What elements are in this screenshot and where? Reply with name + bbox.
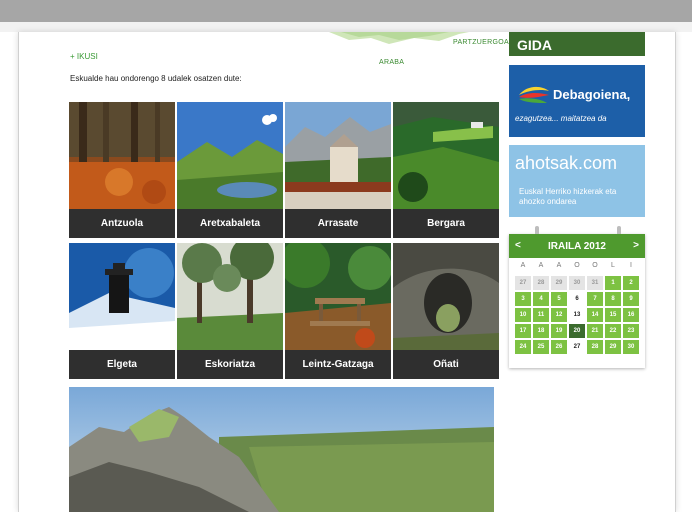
calendar-day-cell[interactable]: 18 <box>533 324 549 338</box>
town-tile-eskoriatza[interactable]: Eskoriatza <box>177 243 283 379</box>
calendar-day-header: A <box>556 262 562 269</box>
calendar-day-cell[interactable]: 10 <box>515 308 531 322</box>
calendar-day-cell[interactable]: 3 <box>515 292 531 306</box>
calendar-day-cell[interactable]: 8 <box>605 292 621 306</box>
town-tile-arrasate[interactable]: Arrasate <box>285 102 391 238</box>
calendar-day-cell[interactable]: 27 <box>569 340 585 354</box>
town-name: Leintz-Gatzaga <box>302 359 374 370</box>
town-photo-bergara <box>393 102 499 209</box>
town-tile-bergara[interactable]: Bergara <box>393 102 499 238</box>
calendar-day-cell[interactable]: 9 <box>623 292 639 306</box>
calendar-day-cell[interactable]: 5 <box>551 292 567 306</box>
calendar-day-header: O <box>592 262 598 269</box>
town-name: Antzuola <box>100 218 144 229</box>
calendar-day-cell[interactable]: 26 <box>551 340 567 354</box>
calendar-day-cell[interactable]: 28 <box>533 276 549 290</box>
ahotsak-banner[interactable]: ahotsak.com Euskal Herriko hizkerak eta … <box>509 145 645 217</box>
calendar-day-cell[interactable]: 29 <box>605 340 621 354</box>
calendar-day-cell[interactable]: 17 <box>515 324 531 338</box>
ahotsak-title: ahotsak.com <box>515 153 618 173</box>
town-name: Elgeta <box>106 359 137 370</box>
town-name: Aretxabaleta <box>199 218 261 229</box>
town-name: Bergara <box>427 218 465 229</box>
town-photo-aretxabaleta <box>177 102 283 209</box>
calendar-day-cell[interactable]: 1 <box>605 276 621 290</box>
debagoiena-banner[interactable]: Debagoiena, ezagutzea... maitatzea da <box>509 65 645 137</box>
gida-header: GIDA <box>509 32 645 56</box>
town-name: Oñati <box>433 359 459 370</box>
debagoiena-tagline: ezagutzea... maitatzea da <box>515 114 607 123</box>
calendar-day-header: A <box>538 262 544 269</box>
calendar-day-header: I <box>630 262 632 269</box>
town-photo-elgeta <box>69 243 175 350</box>
calendar-day-cell[interactable]: 4 <box>533 292 549 306</box>
debagoiena-logo-icon <box>517 81 551 112</box>
town-tile-onati[interactable]: Oñati <box>393 243 499 379</box>
town-tile-leintz-gatzaga[interactable]: Leintz-Gatzaga <box>285 243 391 379</box>
town-photo-onati <box>393 243 499 350</box>
calendar-day-cell[interactable]: 12 <box>551 308 567 322</box>
calendar-day-cell[interactable]: 24 <box>515 340 531 354</box>
intro-text: Eskualde hau ondorengo 8 udalek osatzen … <box>70 74 242 83</box>
ahotsak-tagline: Euskal Herriko hizkerak eta ahozko ondar… <box>519 187 617 206</box>
town-name: Arrasate <box>317 218 359 229</box>
calendar-day-cell[interactable]: 22 <box>605 324 621 338</box>
town-photo-antzuola <box>69 102 175 209</box>
calendar-header: < IRAILA 2012 > <box>509 234 645 258</box>
calendar-title: IRAILA 2012 <box>548 241 606 252</box>
calendar-day-cell[interactable]: 11 <box>533 308 549 322</box>
ikusi-link[interactable]: + IKUSI <box>70 52 98 61</box>
calendar-day-cell[interactable]: 29 <box>551 276 567 290</box>
page-content: PARTZUERGOA ARABA + IKUSI Eskualde hau o… <box>18 32 676 512</box>
calendar-day-cell[interactable]: 13 <box>569 308 585 322</box>
town-photo-eskoriatza <box>177 243 283 350</box>
region-map-strip[interactable]: PARTZUERGOA ARABA <box>319 32 509 66</box>
calendar-day-cell[interactable]: 21 <box>587 324 603 338</box>
browser-top-bar <box>0 0 692 22</box>
calendar-day-cell[interactable]: 6 <box>569 292 585 306</box>
calendar-day-cell[interactable]: 16 <box>623 308 639 322</box>
calendar-day-cell[interactable]: 23 <box>623 324 639 338</box>
calendar-day-header: A <box>520 262 526 269</box>
mountain-banner-photo <box>69 387 494 512</box>
calendar-day-cell[interactable]: 14 <box>587 308 603 322</box>
calendar-day-cell[interactable]: 27 <box>515 276 531 290</box>
town-tile-elgeta[interactable]: Elgeta <box>69 243 175 379</box>
map-label-partzuergoa: PARTZUERGOA <box>453 39 509 46</box>
debagoiena-title: Debagoiena, <box>553 87 631 102</box>
town-photo-leintz-gatzaga <box>285 243 391 350</box>
calendar-widget: < IRAILA 2012 > A A A O O L I 27 28 29 30 31 1 2 3 4 5 6 7… <box>509 226 645 368</box>
calendar-next-button[interactable]: > <box>633 240 639 251</box>
town-tile-antzuola[interactable]: Antzuola <box>69 102 175 238</box>
calendar-day-cell[interactable]: 2 <box>623 276 639 290</box>
calendar-day-cell[interactable]: 15 <box>605 308 621 322</box>
map-label-araba: ARABA <box>379 59 405 66</box>
calendar-day-cell[interactable]: 31 <box>587 276 603 290</box>
calendar-day-cell[interactable]: 25 <box>533 340 549 354</box>
town-tile-aretxabaleta[interactable]: Aretxabaleta <box>177 102 283 238</box>
calendar-day-cell[interactable]: 7 <box>587 292 603 306</box>
calendar-day-cell[interactable]: 28 <box>587 340 603 354</box>
town-name: Eskoriatza <box>204 359 256 370</box>
town-photo-arrasate <box>285 102 391 209</box>
calendar-day-cell[interactable]: 30 <box>623 340 639 354</box>
browser-top-strip <box>0 22 692 32</box>
calendar-day-header: O <box>574 262 580 269</box>
calendar-day-header: L <box>611 262 615 269</box>
calendar-day-cell[interactable]: 30 <box>569 276 585 290</box>
calendar-day-cell[interactable]: 20 <box>569 324 585 338</box>
calendar-day-cell[interactable]: 19 <box>551 324 567 338</box>
